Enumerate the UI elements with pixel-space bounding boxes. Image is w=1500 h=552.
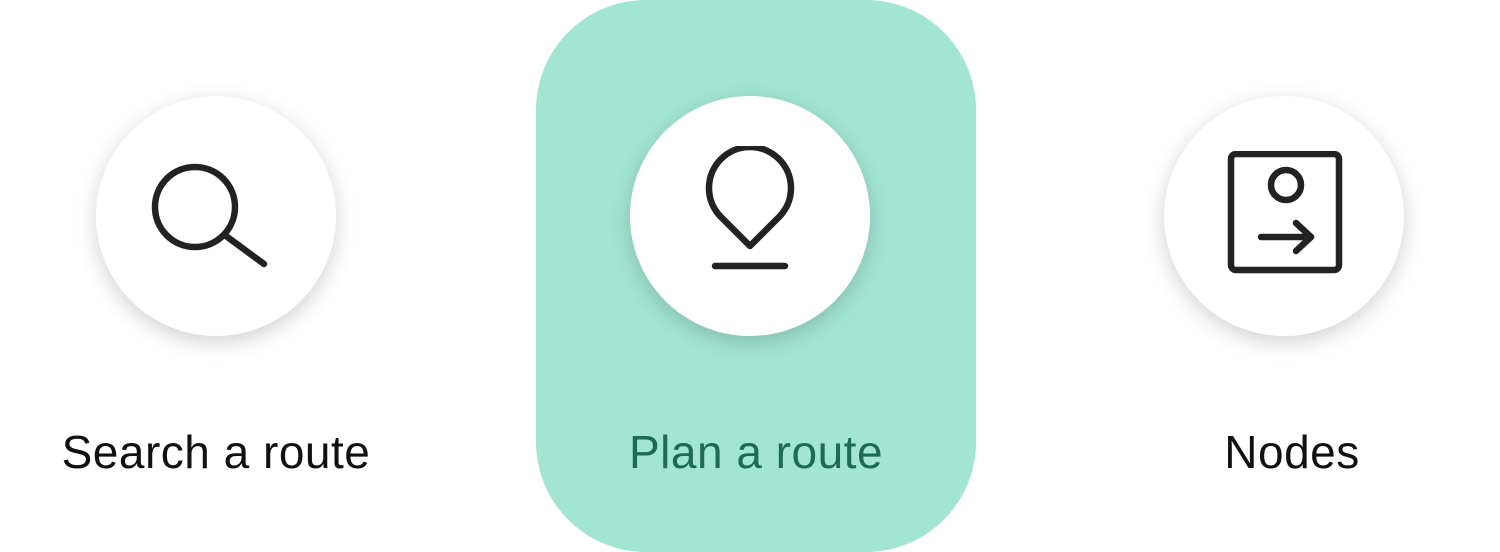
nav-item-plan-route[interactable]: Plan a route [536, 0, 976, 552]
node-exit-icon-button[interactable] [1164, 96, 1404, 336]
nav-label-search-route: Search a route [61, 426, 371, 478]
node-exit-icon [1224, 151, 1344, 281]
map-pin-icon [700, 146, 800, 286]
nav-label-plan-route: Plan a route [628, 426, 884, 478]
nav-label-nodes: Nodes [1224, 426, 1360, 478]
nav-item-nodes[interactable]: Nodes [1124, 0, 1460, 552]
search-icon [146, 156, 286, 276]
map-pin-icon-button[interactable] [630, 96, 870, 336]
search-icon-button[interactable] [96, 96, 336, 336]
nav-item-search-route[interactable]: Search a route [36, 0, 396, 552]
